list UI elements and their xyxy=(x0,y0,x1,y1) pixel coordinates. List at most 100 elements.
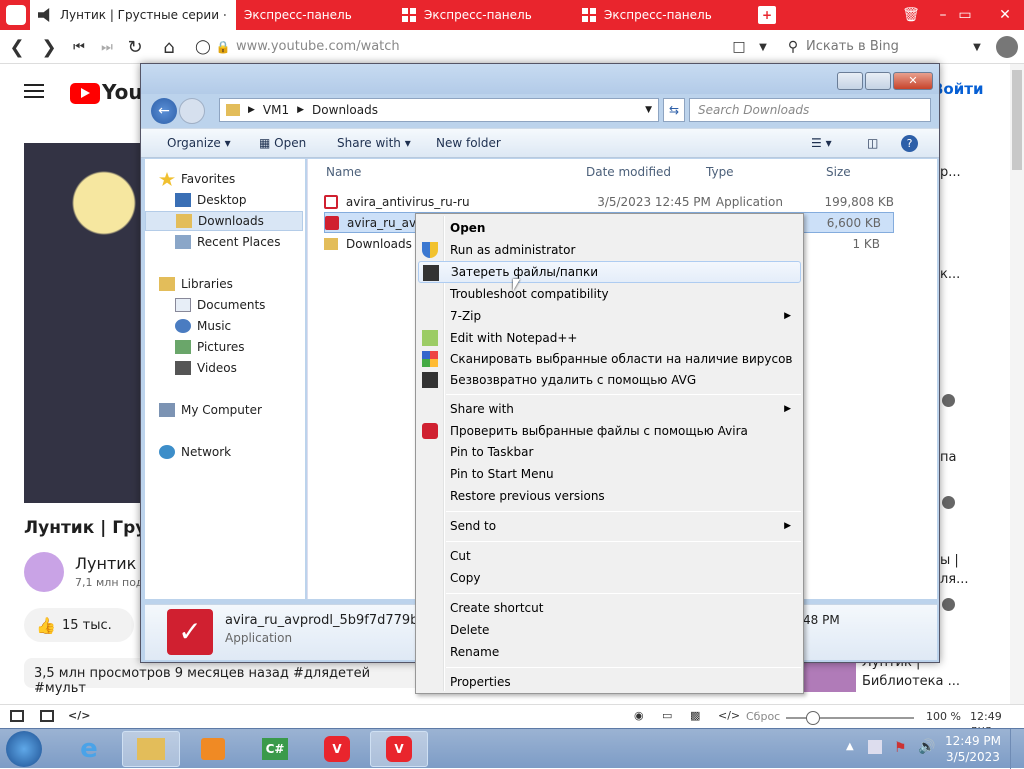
breadcrumb-item[interactable]: VM1 xyxy=(263,103,289,117)
vivaldi-taskbar-icon[interactable]: V xyxy=(370,731,428,767)
nav-network[interactable]: Network xyxy=(159,442,231,462)
breadcrumb-item[interactable]: Downloads xyxy=(312,103,378,117)
url-field[interactable]: www.youtube.com/watch xyxy=(236,39,400,54)
new-folder-button[interactable]: New folder xyxy=(436,136,501,150)
channel-name[interactable]: Лунтик xyxy=(75,554,136,573)
home-icon[interactable]: ⌂ xyxy=(158,36,180,58)
nav-libraries[interactable]: Libraries xyxy=(159,274,233,294)
camera-icon[interactable]: ◉ xyxy=(634,709,644,722)
menu-item-run-as-admin[interactable]: Run as administrator xyxy=(418,239,801,261)
tab-express-2[interactable]: Экспресс-панель xyxy=(394,0,564,30)
related-thumbnail[interactable] xyxy=(800,658,856,692)
maximize-button[interactable] xyxy=(865,72,891,90)
tab-express-3[interactable]: Экспресс-панель xyxy=(574,0,744,30)
vivaldi-taskbar-icon[interactable]: V xyxy=(308,731,366,767)
tab-luntik[interactable]: Лунтик | Грустные серии | xyxy=(30,0,236,30)
menu-item-rename[interactable]: Rename xyxy=(418,641,801,663)
menu-item-share-with[interactable]: Share with ▶ xyxy=(418,398,801,420)
menu-item-properties[interactable]: Properties xyxy=(418,671,801,693)
nav-downloads[interactable]: Downloads xyxy=(145,211,303,231)
nav-pictures[interactable]: Pictures xyxy=(175,337,245,357)
tray-arrow-icon[interactable]: ▲ xyxy=(846,741,854,752)
maximize-button[interactable]: ▭ xyxy=(950,0,980,30)
csharp-taskbar-icon[interactable]: C# xyxy=(246,731,304,767)
nav-desktop[interactable]: Desktop xyxy=(175,190,247,210)
zoom-reset-button[interactable]: Сброс xyxy=(746,710,780,723)
back-icon[interactable]: ← xyxy=(151,98,177,124)
rewind-icon[interactable]: ⏮ xyxy=(68,36,90,58)
chevron-down-icon[interactable]: ▼ xyxy=(752,36,774,58)
start-button[interactable] xyxy=(6,731,42,767)
media-taskbar-icon[interactable] xyxy=(184,731,242,767)
panel-toggle-icon[interactable] xyxy=(10,710,24,722)
bookmark-icon[interactable]: □ xyxy=(728,36,750,58)
nav-music[interactable]: Music xyxy=(175,316,231,336)
hamburger-icon[interactable] xyxy=(24,84,44,98)
volume-tray-icon[interactable]: 🔊 xyxy=(918,739,935,755)
image-icon[interactable]: ▩ xyxy=(690,709,700,722)
nav-computer[interactable]: My Computer xyxy=(159,400,262,420)
page-actions-icon[interactable]: </> xyxy=(718,709,740,722)
network-tray-icon[interactable] xyxy=(868,740,882,754)
vivaldi-menu-icon[interactable] xyxy=(6,5,26,25)
fast-forward-icon[interactable]: ⏭ xyxy=(96,36,118,58)
page-scrollbar[interactable] xyxy=(1010,64,1024,704)
shield-icon[interactable]: ◯ xyxy=(192,36,214,58)
zoom-slider-thumb[interactable] xyxy=(806,711,820,725)
menu-item-restore[interactable]: Restore previous versions xyxy=(418,485,801,507)
menu-item-pin-taskbar[interactable]: Pin to Taskbar xyxy=(418,441,801,463)
column-header-size[interactable]: Size xyxy=(826,165,851,179)
menu-item-7zip[interactable]: 7-Zip ▶ xyxy=(418,305,801,327)
flag-tray-icon[interactable]: ⚑ xyxy=(894,740,907,756)
column-header-type[interactable]: Type xyxy=(706,165,734,179)
nav-videos[interactable]: Videos xyxy=(175,358,237,378)
preview-pane-icon[interactable]: ◫ xyxy=(867,136,878,150)
search-input[interactable]: Search Downloads xyxy=(689,98,931,122)
back-icon[interactable]: ❮ xyxy=(6,36,28,58)
close-button[interactable]: ✕ xyxy=(990,0,1020,30)
menu-item-avira-check[interactable]: Проверить выбранные файлы с помощью Avir… xyxy=(418,420,801,442)
avatar[interactable] xyxy=(24,552,64,592)
forward-icon[interactable] xyxy=(179,98,205,124)
like-button[interactable]: 👍 15 тыс. xyxy=(24,608,134,642)
video-player[interactable] xyxy=(24,143,144,503)
tab-tiling-icon[interactable] xyxy=(40,710,54,722)
show-desktop-button[interactable] xyxy=(1010,729,1024,769)
menu-item-pin-start[interactable]: Pin to Start Menu xyxy=(418,463,801,485)
explorer-taskbar-icon[interactable] xyxy=(122,731,180,767)
window-icon[interactable]: ▭ xyxy=(662,709,672,722)
refresh-icon[interactable]: ⇆ xyxy=(663,98,685,122)
tab-express-1[interactable]: Экспресс-панель xyxy=(214,0,384,30)
explorer-titlebar[interactable]: ✕ xyxy=(141,64,939,94)
profile-avatar[interactable] xyxy=(996,36,1018,58)
nav-recent[interactable]: Recent Places xyxy=(175,232,280,252)
share-with-button[interactable]: Share with ▾ xyxy=(337,136,411,150)
menu-item-cut[interactable]: Cut xyxy=(418,545,801,567)
nav-documents[interactable]: Documents xyxy=(175,295,265,315)
column-header-name[interactable]: Name xyxy=(326,165,361,179)
column-header-date[interactable]: Date modified xyxy=(586,165,671,179)
trash-icon[interactable]: 🗑 xyxy=(896,0,926,30)
close-button[interactable]: ✕ xyxy=(893,72,933,90)
reload-icon[interactable]: ↻ xyxy=(124,36,146,58)
menu-item-shred[interactable]: Затереть файлы/папки xyxy=(418,261,801,283)
menu-item-notepad[interactable]: Edit with Notepad++ xyxy=(418,327,801,349)
menu-item-create-shortcut[interactable]: Create shortcut xyxy=(418,597,801,619)
file-row[interactable]: avira_antivirus_ru-ru 3/5/2023 12:45 PM … xyxy=(324,191,894,212)
minimize-button[interactable] xyxy=(837,72,863,90)
help-icon[interactable]: ? xyxy=(901,135,918,152)
search-engine-dropdown-icon[interactable]: ▼ xyxy=(966,36,988,58)
breadcrumb[interactable]: ▶ VM1 ▶ Downloads ▼ xyxy=(219,98,659,122)
view-options-icon[interactable]: ☰ ▾ xyxy=(811,136,832,150)
ie-taskbar-icon[interactable]: e xyxy=(60,731,118,767)
new-tab-button[interactable]: + xyxy=(758,6,776,24)
menu-item-send-to[interactable]: Send to ▶ xyxy=(418,515,801,537)
menu-item-avg-scan[interactable]: Сканировать выбранные области на наличие… xyxy=(418,348,801,370)
organize-button[interactable]: Organize ▾ xyxy=(167,136,231,150)
zoom-slider[interactable] xyxy=(786,711,914,725)
forward-icon[interactable]: ❯ xyxy=(38,36,60,58)
menu-item-troubleshoot[interactable]: Troubleshoot compatibility xyxy=(418,283,801,305)
taskbar-clock[interactable]: 12:49 PM 3/5/2023 xyxy=(944,733,1002,765)
code-icon[interactable]: </> xyxy=(68,709,90,722)
search-field[interactable]: Искать в Bing xyxy=(806,39,899,54)
